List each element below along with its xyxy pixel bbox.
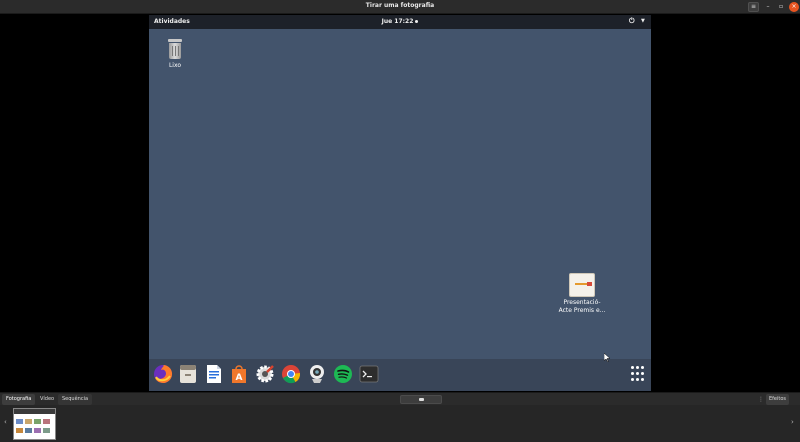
spotify-icon xyxy=(332,363,354,385)
system-settings-icon xyxy=(254,363,276,385)
software-center-icon: A xyxy=(228,363,250,385)
firefox-icon xyxy=(152,363,174,385)
preview-dock: A xyxy=(149,359,651,391)
text-document-icon xyxy=(203,363,225,385)
thumbnail-strip: ‹ › xyxy=(0,405,800,442)
trash-icon xyxy=(167,38,183,60)
clock: Jue 17:22 xyxy=(149,18,651,25)
window-title: Tirar uma fotografia xyxy=(365,2,435,9)
tab-video[interactable]: Vídeo xyxy=(36,394,58,405)
window-titlebar: Tirar uma fotografia ≡ – ▫ × xyxy=(0,0,800,14)
power-icon: ⏻ xyxy=(629,17,635,25)
effects-button[interactable]: Efeitos xyxy=(766,394,790,405)
minimize-button[interactable]: – xyxy=(763,2,773,12)
photo-thumbnail[interactable] xyxy=(13,408,56,440)
camera-preview: Atividades Jue 17:22 ⏻ ▼ Lixo Presentaci… xyxy=(149,15,651,391)
capture-button[interactable] xyxy=(400,395,442,404)
chevron-down-icon: ▼ xyxy=(641,18,645,24)
terminal-icon xyxy=(358,363,380,385)
chevron-left-icon[interactable]: ‹ xyxy=(4,418,7,426)
preview-topbar: Atividades Jue 17:22 ⏻ ▼ xyxy=(149,15,651,29)
app-grid-icon xyxy=(631,366,645,384)
clock-text: Jue 17:22 xyxy=(381,18,414,25)
desktop-icon-trash: Lixo xyxy=(150,38,200,70)
close-button[interactable]: × xyxy=(789,2,799,12)
chrome-icon xyxy=(280,363,302,385)
separator: ⋮ xyxy=(758,396,764,403)
desktop-icon-label: Lixo xyxy=(168,62,182,69)
desktop-icon-label: Presentació-Acte Premis e... xyxy=(558,299,606,314)
chevron-right-icon[interactable]: › xyxy=(791,418,794,426)
file-manager-icon xyxy=(177,363,199,385)
tab-photo[interactable]: Fotografia xyxy=(2,394,36,405)
tab-sequence[interactable]: Sequência xyxy=(58,394,93,405)
hamburger-menu-button[interactable]: ≡ xyxy=(748,2,759,12)
svg-text:A: A xyxy=(236,373,243,383)
mode-bar: Fotografia Vídeo Sequência ⋮ Efeitos xyxy=(0,392,800,405)
maximize-button[interactable]: ▫ xyxy=(776,2,786,12)
desktop-icon-presentation: Presentació-Acte Premis e... xyxy=(557,273,607,315)
camera-app-window: Tirar uma fotografia ≡ – ▫ × Atividades … xyxy=(0,0,800,442)
notification-dot-icon xyxy=(415,20,419,23)
webcam-app-icon xyxy=(306,363,328,385)
presentation-file-icon xyxy=(569,273,595,297)
